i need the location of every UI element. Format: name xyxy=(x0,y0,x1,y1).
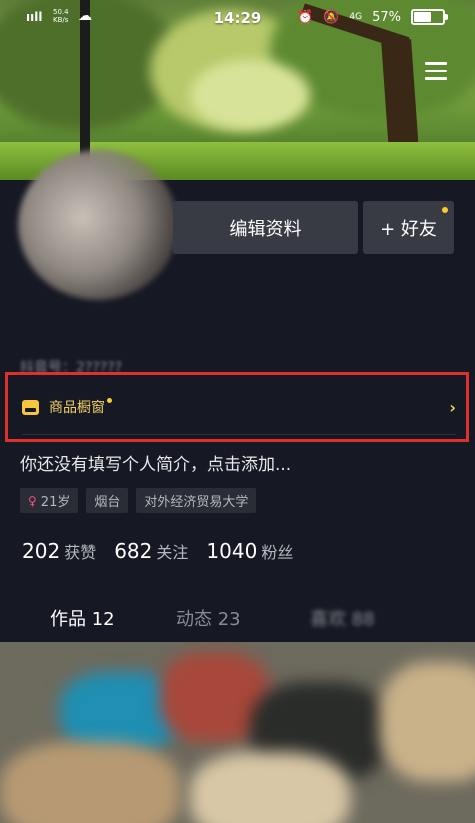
chevron-right-icon: › xyxy=(449,397,456,417)
menu-icon[interactable] xyxy=(425,62,447,80)
edit-profile-button[interactable]: 编辑资料 xyxy=(173,201,358,254)
content-tabs: 作品 12 动态 23 喜欢 88 xyxy=(0,600,475,640)
notification-dot xyxy=(442,207,448,213)
female-icon: ♀ xyxy=(28,493,37,508)
shop-window-dot xyxy=(107,397,112,403)
location-tag: 烟台 xyxy=(86,488,129,513)
shop-window-label: 商品橱窗 xyxy=(49,400,105,416)
school-tag: 对外经济贸易大学 xyxy=(136,488,257,513)
add-friend-label: + 好友 xyxy=(380,218,437,240)
battery-percent: 57% xyxy=(372,9,401,25)
following-stat[interactable]: 682 关注 xyxy=(114,539,188,563)
status-bar: ııll 50.4 KB/s ☁ 14:29 ⏰ 🔕 4G 57% xyxy=(0,0,475,36)
bio-text[interactable]: 你还没有填写个人简介，点击添加... xyxy=(20,450,291,475)
tab-dynamic[interactable]: 动态 23 xyxy=(176,605,241,631)
tab-works[interactable]: 作品 12 xyxy=(50,605,115,631)
edit-profile-label: 编辑资料 xyxy=(229,218,302,240)
video-grid[interactable] xyxy=(0,642,475,823)
tab-likes[interactable]: 喜欢 88 xyxy=(310,605,375,631)
profile-stats: 202 获赞 682 关注 1040 粉丝 xyxy=(22,539,293,563)
lte-indicator: 4G xyxy=(349,12,363,22)
alarm-icon: ⏰ xyxy=(297,9,314,25)
profile-tags: ♀ 21岁 烟台 对外经济贸易大学 xyxy=(20,488,257,513)
avatar[interactable] xyxy=(18,150,178,300)
battery-icon xyxy=(411,9,448,25)
add-friend-button[interactable]: + 好友 xyxy=(363,201,454,254)
shop-window-highlight: 商品橱窗 › xyxy=(5,372,469,442)
storefront-icon xyxy=(22,399,39,415)
age-tag: ♀ 21岁 xyxy=(20,488,79,513)
likes-stat[interactable]: 202 获赞 xyxy=(22,539,96,563)
followers-stat[interactable]: 1040 粉丝 xyxy=(206,539,293,563)
shop-window-entry[interactable]: 商品橱窗 › xyxy=(22,393,456,421)
mute-icon: 🔕 xyxy=(323,9,340,25)
